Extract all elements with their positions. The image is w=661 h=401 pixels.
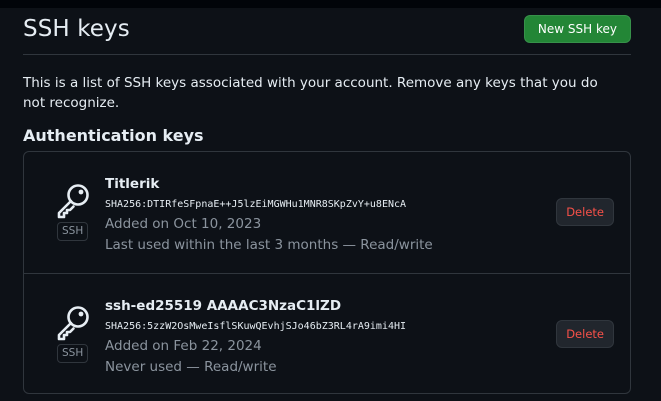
new-ssh-key-button[interactable]: New SSH key bbox=[523, 15, 631, 43]
ssh-badge: SSH bbox=[57, 344, 89, 363]
ssh-key-list: SSH Titlerik SHA256:DTIRfeSFpnaE++J5lzEi… bbox=[23, 151, 631, 394]
ssh-badge: SSH bbox=[57, 222, 89, 241]
ssh-key-title: Titlerik bbox=[105, 176, 160, 192]
top-strip bbox=[0, 0, 661, 8]
key-icon bbox=[57, 306, 89, 341]
ssh-key-last-used: Last used within the last 3 months — Rea… bbox=[105, 237, 433, 253]
ssh-key-last-used: Never used — Read/write bbox=[105, 359, 277, 375]
delete-key-button[interactable]: Delete bbox=[556, 320, 614, 348]
key-icon bbox=[57, 184, 89, 219]
page-header: SSH keys New SSH key bbox=[23, 8, 631, 55]
page-description: This is a list of SSH keys associated wi… bbox=[23, 75, 598, 111]
ssh-key-added-date: Added on Feb 22, 2024 bbox=[105, 338, 262, 354]
page-title: SSH keys bbox=[23, 16, 130, 42]
section-title: Authentication keys bbox=[23, 126, 204, 145]
ssh-key-row: SSH ssh-ed25519 AAAAC3NzaC1lZD SHA256:5z… bbox=[24, 274, 630, 393]
ssh-key-info: Titlerik SHA256:DTIRfeSFpnaE++J5lzEiMGWH… bbox=[105, 174, 535, 256]
ssh-key-row: SSH Titlerik SHA256:DTIRfeSFpnaE++J5lzEi… bbox=[24, 152, 630, 274]
delete-key-button[interactable]: Delete bbox=[556, 198, 614, 226]
ssh-key-title: ssh-ed25519 AAAAC3NzaC1lZD bbox=[105, 298, 342, 314]
ssh-key-info: ssh-ed25519 AAAAC3NzaC1lZD SHA256:5zzW2O… bbox=[105, 296, 535, 378]
ssh-key-added-date: Added on Oct 10, 2023 bbox=[105, 216, 262, 232]
ssh-key-fingerprint: SHA256:5zzW2OsMweIsflSKuwQEvhjSJo46bZ3RL… bbox=[105, 321, 407, 332]
ssh-key-fingerprint: SHA256:DTIRfeSFpnaE++J5lzEiMGWHu1MNR8SKp… bbox=[105, 199, 407, 210]
